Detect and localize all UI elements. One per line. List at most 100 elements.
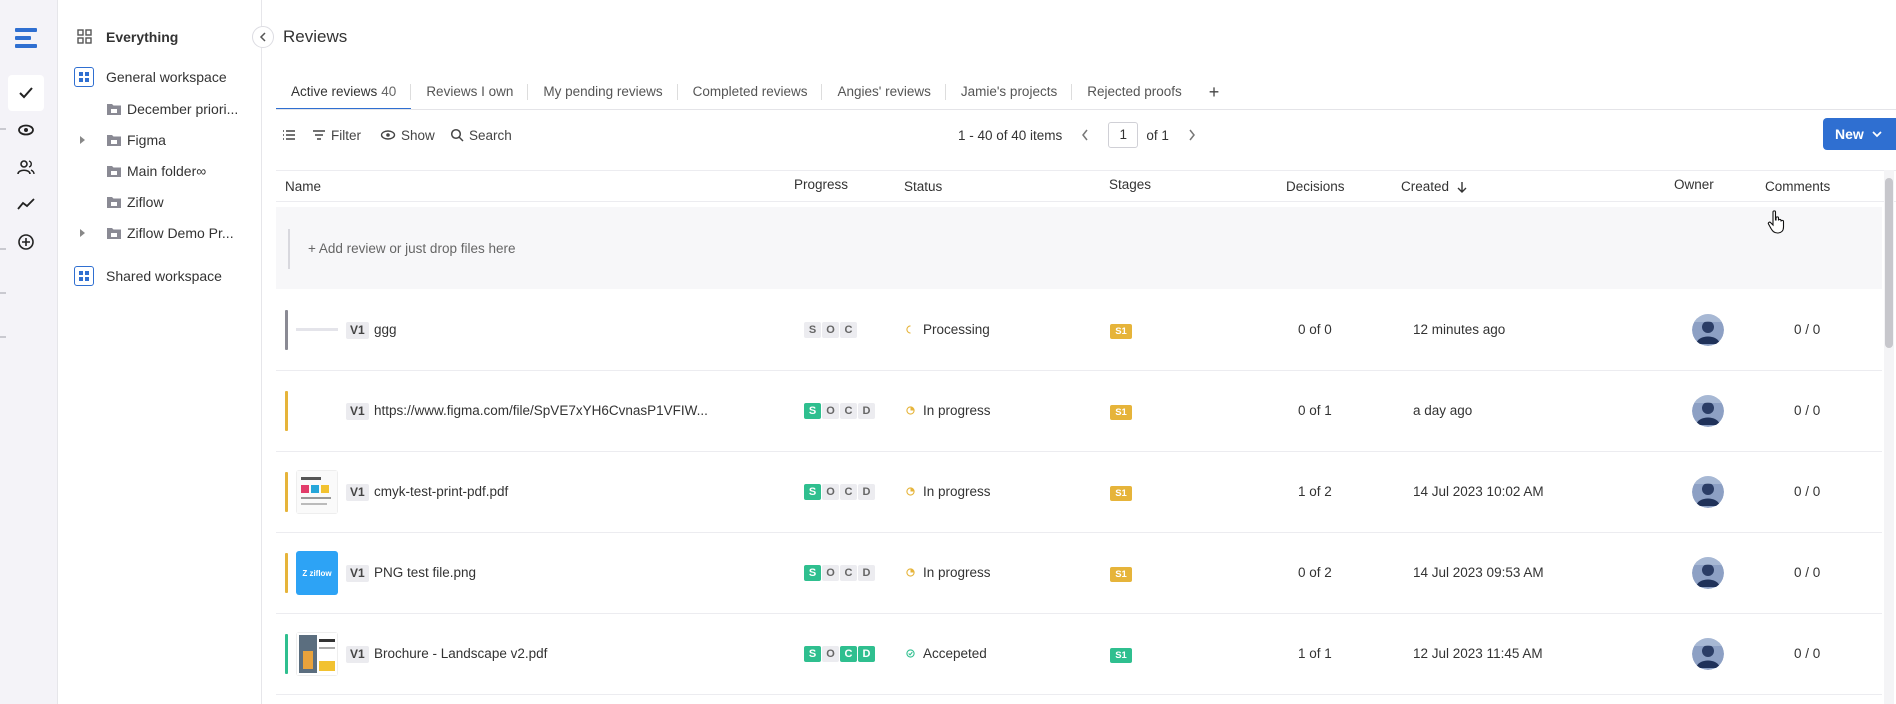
review-name[interactable]: Brochure - Landscape v2.pdf	[374, 646, 754, 661]
scrollbar[interactable]	[1884, 170, 1894, 704]
sidebar-item-folder[interactable]: Ziflow	[58, 188, 262, 216]
sidebar-item-folder[interactable]: Ziflow Demo Pr...	[58, 219, 262, 247]
table-row[interactable]: V1 Brochure - Landscape v2.pdf S O C D Accepet…	[276, 614, 1882, 695]
show-button[interactable]: Show	[380, 120, 435, 150]
sidebar-item-folder[interactable]: December priori...	[58, 95, 262, 123]
column-comments[interactable]: Comments	[1765, 179, 1830, 194]
stage-badge[interactable]: S1	[1110, 567, 1132, 582]
chevron-down-icon	[1872, 130, 1882, 137]
users-icon[interactable]	[14, 155, 38, 179]
column-progress[interactable]: Progress	[794, 177, 848, 192]
column-decisions[interactable]: Decisions	[1286, 179, 1345, 194]
table-row[interactable]: V1 cmyk-test-print-pdf.pdf S O C D In progress…	[276, 452, 1882, 533]
progress-chip: O	[822, 565, 839, 581]
progress-chip: C	[840, 322, 857, 338]
add-tab-button[interactable]: +	[1197, 80, 1232, 110]
created-date: a day ago	[1413, 403, 1473, 418]
tab-active-reviews[interactable]: Active reviews 40	[276, 80, 412, 110]
next-page-button[interactable]	[1185, 128, 1199, 142]
column-status[interactable]: Status	[904, 179, 942, 194]
progress-chip: D	[858, 646, 875, 662]
progress-chip: O	[822, 322, 839, 338]
created-date: 14 Jul 2023 09:53 AM	[1413, 565, 1544, 580]
thumbnail[interactable]: Z ziflow	[296, 551, 338, 595]
sidebar-item-folder[interactable]: Main folder∞	[58, 157, 262, 185]
new-review-button[interactable]: New	[1823, 118, 1896, 150]
table-row[interactable]: Z ziflow V1 PNG test file.png S O C D In progre…	[276, 533, 1882, 614]
filter-label: Filter	[331, 127, 361, 143]
expand-caret-icon[interactable]	[80, 229, 85, 237]
tab-completed-reviews[interactable]: Completed reviews	[678, 80, 823, 110]
in-progress-icon	[906, 406, 915, 415]
thumbnail[interactable]	[296, 308, 338, 352]
thumbnail[interactable]	[296, 470, 338, 514]
review-name[interactable]: https://www.figma.com/file/SpVE7xYH6Cvna…	[374, 403, 754, 418]
hand-cursor-icon	[1767, 210, 1785, 234]
progress-chips: SOCD	[804, 403, 876, 419]
tab-my-pending-reviews[interactable]: My pending reviews	[528, 80, 678, 110]
column-owner[interactable]: Owner	[1674, 177, 1714, 192]
column-stages[interactable]: Stages	[1109, 177, 1151, 192]
search-button[interactable]: Search	[450, 120, 512, 150]
review-name[interactable]: PNG test file.png	[374, 565, 754, 580]
avatar[interactable]	[1692, 476, 1724, 508]
filter-button[interactable]: Filter	[312, 120, 361, 150]
list-view-button[interactable]	[282, 120, 301, 150]
scrollbar-thumb[interactable]	[1885, 178, 1893, 348]
version-badge: V1	[346, 565, 369, 582]
row-accent	[285, 472, 288, 512]
avatar[interactable]	[1692, 395, 1724, 427]
tab-reviews-i-own[interactable]: Reviews I own	[411, 80, 529, 110]
progress-chip: D	[858, 403, 875, 419]
table-row[interactable]: V1 https://www.figma.com/file/SpVE7xYH6Cv…	[276, 371, 1882, 452]
table-row[interactable]: V1 ggg S O C Processing S1 0 of 0 12 minutes ago…	[276, 290, 1882, 371]
stage-badge[interactable]: S1	[1110, 405, 1132, 420]
version-badge: V1	[346, 484, 369, 501]
review-name[interactable]: ggg	[374, 322, 754, 337]
thumbnail[interactable]	[296, 389, 338, 433]
progress-chip: D	[858, 565, 875, 581]
comments-count: 0 / 0	[1794, 403, 1821, 418]
grid-icon	[77, 29, 92, 44]
tab-jamie-s-projects[interactable]: Jamie's projects	[946, 80, 1073, 110]
table-header: Name Progress Status Stages Decisions Cr…	[276, 170, 1896, 202]
collapse-sidebar-button[interactable]	[252, 26, 274, 48]
comments-count: 0 / 0	[1794, 322, 1821, 337]
add-review-dropzone[interactable]: + Add review or just drop files here	[276, 207, 1882, 289]
tab-rejected-proofs[interactable]: Rejected proofs	[1072, 80, 1197, 110]
chart-icon[interactable]	[14, 192, 38, 216]
avatar[interactable]	[1692, 557, 1724, 589]
app-rail	[0, 0, 58, 704]
stage-badge[interactable]: S1	[1110, 324, 1132, 339]
plus-circle-icon[interactable]	[14, 230, 38, 254]
sidebar-item-general-workspace[interactable]: General workspace	[58, 63, 262, 91]
expand-caret-icon[interactable]	[80, 136, 85, 144]
column-created[interactable]: Created	[1401, 179, 1467, 194]
sidebar-item-label: Figma	[127, 132, 166, 148]
thumbnail[interactable]	[296, 632, 338, 676]
eye-icon[interactable]	[14, 118, 38, 142]
comments-count: 0 / 0	[1794, 565, 1821, 580]
tab-divider	[276, 109, 1896, 110]
sidebar-item-folder[interactable]: Figma	[58, 126, 262, 154]
sidebar-item-everything[interactable]: Everything	[58, 23, 262, 51]
avatar[interactable]	[1692, 314, 1724, 346]
page-count: of 1	[1146, 127, 1169, 143]
stage-badge[interactable]: S1	[1110, 486, 1132, 501]
sidebar-item-label: Everything	[106, 29, 179, 45]
column-name[interactable]: Name	[285, 179, 321, 194]
avatar[interactable]	[1692, 638, 1724, 670]
new-label: New	[1835, 126, 1864, 142]
status-label: In progress	[923, 484, 991, 499]
review-name[interactable]: cmyk-test-print-pdf.pdf	[374, 484, 754, 499]
tab-angies-reviews[interactable]: Angies' reviews	[822, 80, 947, 110]
prev-page-button[interactable]	[1078, 128, 1092, 142]
sidebar-item-shared-workspace[interactable]: Shared workspace	[58, 262, 262, 290]
stage-badge[interactable]: S1	[1110, 648, 1132, 663]
check-icon[interactable]	[8, 75, 44, 111]
page-number-input[interactable]: 1	[1108, 122, 1139, 148]
arrow-down-icon	[1457, 182, 1467, 193]
ziflow-logo-icon[interactable]	[12, 24, 42, 54]
status-label: In progress	[923, 565, 991, 580]
comments-count: 0 / 0	[1794, 646, 1821, 661]
